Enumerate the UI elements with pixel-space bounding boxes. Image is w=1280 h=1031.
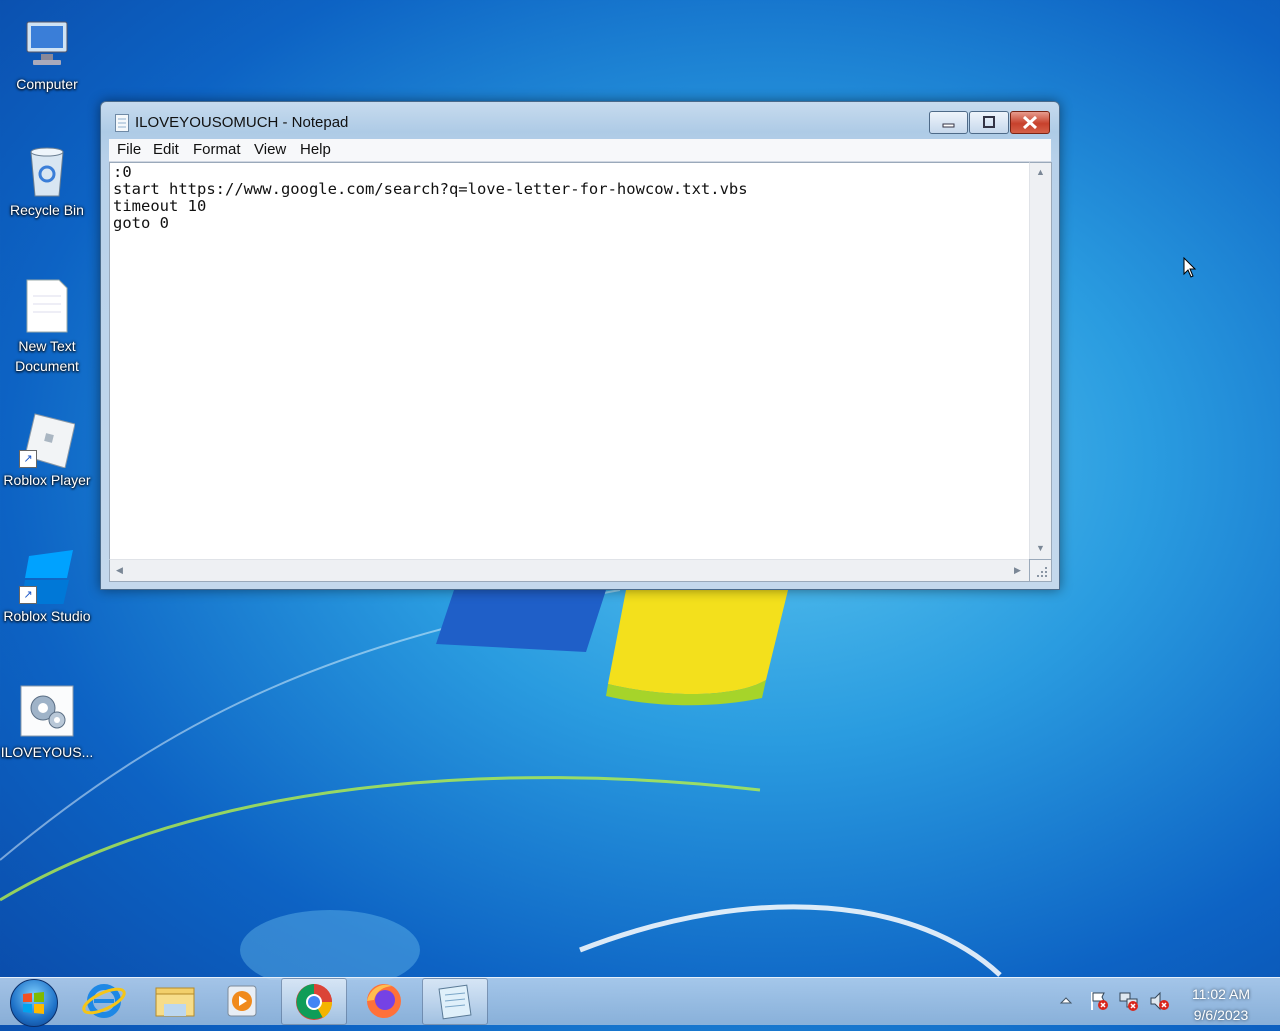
firefox-icon bbox=[367, 984, 401, 1018]
horizontal-scrollbar[interactable]: ◀ ▶ bbox=[109, 559, 1031, 582]
clock-time: 11:02 AM bbox=[1191, 986, 1251, 1002]
menu-format[interactable]: Format bbox=[193, 141, 241, 158]
desktop-icon-recycle-bin[interactable]: Recycle Bin bbox=[0, 142, 94, 220]
minimize-icon bbox=[942, 123, 955, 128]
minimize-button[interactable] bbox=[929, 111, 968, 134]
resize-grip-icon bbox=[1037, 567, 1047, 577]
taskbar-internet-explorer[interactable] bbox=[72, 978, 136, 1023]
desktop-icon-computer[interactable]: Computer bbox=[0, 16, 94, 94]
internet-explorer-icon bbox=[82, 984, 126, 1018]
maximize-button[interactable] bbox=[969, 111, 1009, 134]
menu-edit[interactable]: Edit bbox=[153, 141, 179, 158]
taskbar-notepad[interactable] bbox=[422, 978, 488, 1025]
notepad-window[interactable]: ILOVEYOUSOMUCH - Notepad File Edit Forma… bbox=[100, 101, 1060, 590]
title-bar[interactable]: ILOVEYOUSOMUCH - Notepad bbox=[101, 102, 1059, 140]
file-explorer-icon bbox=[155, 987, 195, 1017]
chrome-icon bbox=[296, 984, 333, 1020]
scroll-left-icon[interactable]: ◀ bbox=[116, 565, 123, 576]
desktop-icon-label: New Text Document bbox=[15, 338, 79, 374]
shortcut-arrow-icon: ↗ bbox=[19, 450, 37, 468]
mouse-cursor-icon bbox=[1183, 257, 1197, 278]
desktop-icon-roblox-player[interactable]: ↗ Roblox Player bbox=[0, 412, 94, 490]
notepad-title-icon bbox=[115, 114, 129, 132]
close-button[interactable] bbox=[1010, 111, 1050, 134]
script-gear-icon bbox=[19, 684, 75, 740]
desktop-icon-label: Roblox Studio bbox=[3, 608, 91, 624]
network-icon[interactable] bbox=[1118, 990, 1140, 1012]
vertical-scrollbar[interactable]: ▲ ▼ bbox=[1029, 162, 1052, 560]
action-center-flag-icon[interactable] bbox=[1088, 990, 1110, 1012]
taskbar: 11:02 AM 9/6/2023 bbox=[0, 977, 1280, 1027]
desktop-icon-roblox-studio[interactable]: ↗ Roblox Studio bbox=[0, 548, 94, 626]
show-hidden-icons-chevron-icon[interactable] bbox=[1058, 992, 1074, 1008]
shortcut-arrow-icon: ↗ bbox=[19, 586, 37, 604]
computer-icon bbox=[19, 16, 75, 72]
roblox-studio-icon: ↗ bbox=[19, 548, 75, 606]
menu-file[interactable]: File bbox=[117, 141, 141, 158]
text-editor[interactable]: :0 start https://www.google.com/search?q… bbox=[109, 162, 1030, 560]
roblox-player-icon: ↗ bbox=[19, 412, 76, 469]
media-player-icon bbox=[227, 985, 257, 1017]
windows-flag-icon bbox=[23, 992, 44, 1014]
desktop-icon-label: ILOVEYOUS... bbox=[0, 744, 94, 760]
size-grip[interactable] bbox=[1029, 559, 1052, 582]
editor-content[interactable]: :0 start https://www.google.com/search?q… bbox=[110, 163, 1030, 233]
taskbar-file-explorer[interactable] bbox=[142, 978, 206, 1023]
taskbar-chrome[interactable] bbox=[281, 978, 347, 1025]
taskbar-firefox[interactable] bbox=[352, 978, 416, 1023]
restore-icon bbox=[983, 116, 995, 128]
clock-date: 9/6/2023 bbox=[1193, 1007, 1249, 1023]
taskbar-media-player[interactable] bbox=[210, 978, 274, 1023]
windows-logo-wallpaper bbox=[436, 590, 788, 706]
desktop-icon-label: Roblox Player bbox=[3, 472, 91, 488]
scroll-down-icon[interactable]: ▼ bbox=[1036, 543, 1045, 553]
taskbar-clock[interactable]: 11:02 AM 9/6/2023 bbox=[1180, 984, 1262, 1026]
notepad-icon bbox=[438, 984, 472, 1020]
text-document-icon bbox=[19, 278, 75, 334]
menu-bar: File Edit Format View Help bbox=[109, 139, 1051, 162]
desktop-icon-iloveyous-script[interactable]: ILOVEYOUS... bbox=[0, 684, 94, 762]
desktop-icon-label: Computer bbox=[16, 76, 78, 92]
close-icon bbox=[1022, 115, 1038, 130]
scroll-up-icon[interactable]: ▲ bbox=[1036, 167, 1045, 177]
start-button[interactable] bbox=[10, 979, 58, 1027]
window-title: ILOVEYOUSOMUCH - Notepad bbox=[135, 114, 349, 131]
scroll-right-icon[interactable]: ▶ bbox=[1014, 565, 1021, 576]
menu-help[interactable]: Help bbox=[300, 141, 331, 158]
volume-muted-icon[interactable] bbox=[1148, 990, 1170, 1012]
desktop-icon-label: Recycle Bin bbox=[10, 202, 84, 218]
menu-view[interactable]: View bbox=[254, 141, 286, 158]
recycle-bin-icon bbox=[19, 142, 75, 198]
desktop-icon-new-text-document[interactable]: New Text Document bbox=[0, 278, 94, 376]
